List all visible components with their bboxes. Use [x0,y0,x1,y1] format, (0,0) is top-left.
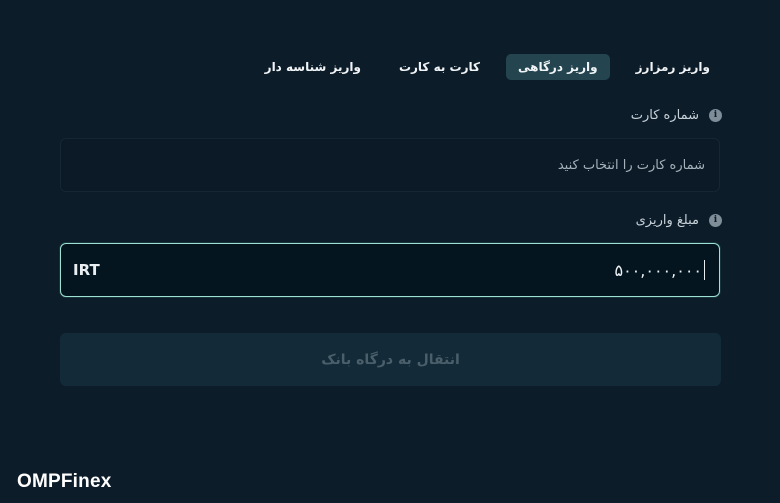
deposit-panel: واریز رمزارز واریز درگاهی کارت به کارت و… [0,0,780,503]
card-number-label: شماره کارت [630,108,699,123]
info-icon[interactable]: i [709,109,722,122]
card-number-select[interactable]: شماره کارت را انتخاب کنید [60,138,720,192]
amount-value-wrap: ۵۰۰,۰۰۰,۰۰۰ [614,260,705,280]
card-number-label-row: شماره کارت i [631,108,722,123]
tab-crypto-deposit[interactable]: واریز رمزارز [624,54,722,80]
deposit-method-tabs: واریز رمزارز واریز درگاهی کارت به کارت و… [253,54,722,80]
card-number-placeholder: شماره کارت را انتخاب کنید [557,157,705,173]
amount-label-row: مبلغ واریزی i [636,213,722,228]
amount-label: مبلغ واریزی [635,213,699,228]
tab-gateway-deposit[interactable]: واریز درگاهی [505,54,610,80]
currency-label: IRT [73,261,100,279]
info-icon[interactable]: i [709,214,722,227]
amount-input[interactable]: IRT ۵۰۰,۰۰۰,۰۰۰ [60,243,720,297]
text-caret [704,260,705,280]
brand-logo: OMPFinex [17,471,112,492]
tab-card-to-card[interactable]: کارت به کارت [387,54,492,80]
tab-id-deposit[interactable]: واریز شناسه دار [253,54,373,80]
amount-value[interactable]: ۵۰۰,۰۰۰,۰۰۰ [614,261,702,280]
go-to-bank-gateway-button[interactable]: انتقال به درگاه بانک [60,333,721,386]
